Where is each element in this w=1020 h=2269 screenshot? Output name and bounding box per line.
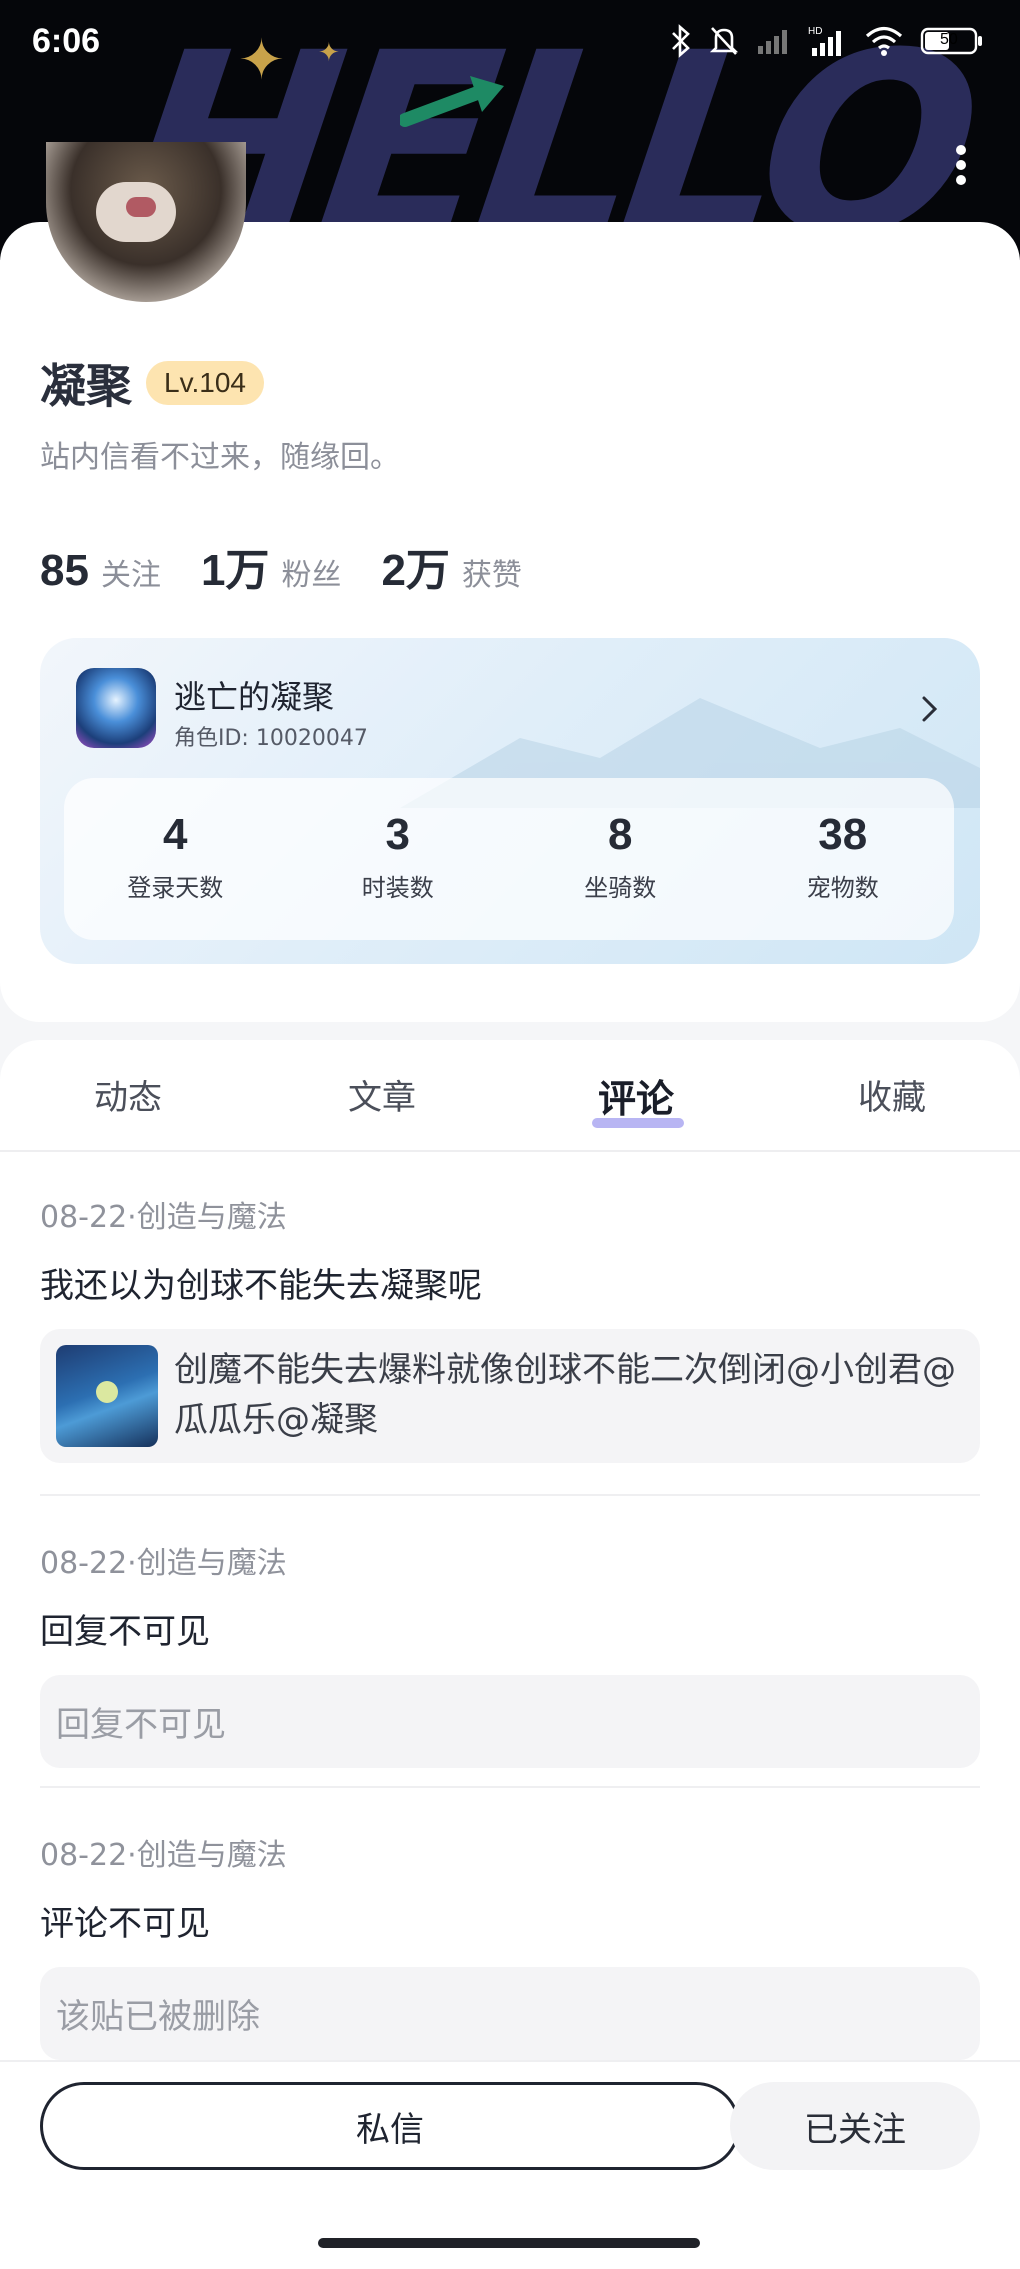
level-badge: Lv.104: [146, 361, 264, 405]
active-tab-indicator: [592, 1118, 684, 1128]
user-bio: 站内信看不过来，随缘回。: [40, 440, 400, 475]
tab-articles[interactable]: 文章: [348, 1070, 416, 1119]
comment-text: 评论不可见: [40, 1904, 210, 1944]
battery-level: 50: [940, 31, 958, 48]
sparkle-icon: ✦: [238, 28, 285, 93]
user-stats: 85 关注 1万 粉丝 2万 获赞: [40, 534, 550, 598]
game-stat-label: 登录天数: [127, 874, 224, 902]
game-role-card[interactable]: 逃亡的凝聚 角色ID: 10020047 4 登录天数 3 时装数 8 坐骑数 …: [40, 638, 980, 964]
more-options-icon[interactable]: [946, 140, 976, 190]
hd-signal-icon: HD: [808, 26, 841, 56]
quoted-post[interactable]: 创魔不能失去爆料就像创球不能二次倒闭@小创君@瓜瓜乐@凝聚: [40, 1329, 980, 1463]
comment-item[interactable]: 08-22·创造与魔法 我还以为创球不能失去凝聚呢 创魔不能失去爆料就像创球不能…: [40, 1192, 980, 1463]
game-role-name: 逃亡的凝聚: [174, 678, 335, 716]
tab-favorites[interactable]: 收藏: [858, 1070, 926, 1119]
user-name: 凝聚: [40, 360, 132, 412]
content-panel: 动态 文章 评论 收藏 08-22·创造与魔法 我还以为创球不能失去凝聚呢 创魔…: [0, 1040, 1020, 2170]
home-indicator[interactable]: [318, 2238, 700, 2248]
game-stat-value: 3: [385, 810, 410, 859]
game-stat-login-days: 4 登录天数: [64, 778, 287, 940]
comment-text: 回复不可见: [40, 1612, 210, 1652]
game-stat-label: 坐骑数: [584, 874, 657, 902]
quoted-post[interactable]: 该贴已被删除: [40, 1967, 980, 2060]
bottom-action-bar: 私信 已关注: [0, 2060, 1020, 2269]
svg-text:HD: HD: [808, 26, 822, 37]
status-time: 6:06: [32, 22, 101, 60]
game-stat-value: 8: [608, 810, 633, 859]
name-row: 凝聚 Lv.104: [40, 350, 264, 416]
quoted-post-thumbnail: [56, 1345, 158, 1447]
quoted-post-text: 创魔不能失去爆料就像创球不能二次倒闭@小创君@瓜瓜乐@凝聚: [174, 1350, 956, 1440]
profile-card: 凝聚 Lv.104 站内信看不过来，随缘回。 85 关注 1万 粉丝 2万 获赞…: [0, 142, 1020, 1022]
private-message-button[interactable]: 私信: [40, 2082, 740, 2170]
signal-icon: [758, 30, 787, 54]
comment-meta: 08-22·创造与魔法: [40, 1200, 287, 1235]
followed-button[interactable]: 已关注: [730, 2082, 980, 2170]
tab-posts[interactable]: 动态: [94, 1070, 162, 1119]
likes-count: 2万: [381, 546, 450, 595]
tab-bar: 动态 文章 评论 收藏: [0, 1040, 1020, 1152]
followers-label[interactable]: 粉丝: [281, 550, 341, 594]
game-avatar-icon: [76, 668, 156, 748]
banner-arrow-icon: [400, 76, 504, 127]
game-role-id: 角色ID: 10020047: [174, 726, 368, 751]
tab-comments[interactable]: 评论: [598, 1068, 674, 1123]
comment-meta: 08-22·创造与魔法: [40, 1546, 287, 1581]
game-stat-value: 38: [818, 810, 868, 859]
bluetooth-icon: [672, 24, 690, 58]
quoted-post[interactable]: 回复不可见: [40, 1675, 980, 1768]
likes-label: 获赞: [461, 558, 522, 593]
game-stat-value: 4: [163, 810, 188, 859]
comment-meta: 08-22·创造与魔法: [40, 1838, 287, 1873]
comment-item[interactable]: 08-22·创造与魔法 评论不可见 该贴已被删除: [40, 1830, 980, 2060]
comment-item[interactable]: 08-22·创造与魔法 回复不可见 回复不可见: [40, 1538, 980, 1768]
avatar[interactable]: [46, 142, 246, 302]
game-stat-label: 宠物数: [806, 874, 879, 902]
status-icons: HD 50: [670, 24, 984, 58]
quoted-post-text: 回复不可见: [56, 1705, 226, 1745]
avatar-mouth: [126, 197, 156, 217]
sparkle-small-icon: ✦: [318, 38, 340, 68]
wifi-icon: [865, 26, 903, 56]
divider: [40, 1786, 980, 1788]
quoted-post-text: 该贴已被删除: [56, 1997, 260, 2037]
followers-count[interactable]: 1万: [201, 534, 269, 598]
mute-icon: [709, 27, 739, 55]
chevron-right-icon[interactable]: [920, 694, 940, 724]
game-stat-label: 时装数: [361, 874, 434, 902]
divider: [40, 1494, 980, 1496]
following-count[interactable]: 85: [40, 546, 89, 596]
comment-text: 我还以为创球不能失去凝聚呢: [40, 1266, 482, 1306]
game-stat-outfits: 3 时装数: [287, 778, 510, 940]
game-stats-panel: 4 登录天数 3 时装数 8 坐骑数 38 宠物数: [64, 778, 954, 940]
game-stat-pets: 38 宠物数: [732, 778, 955, 940]
battery-icon: 50: [920, 26, 984, 56]
following-label[interactable]: 关注: [101, 550, 161, 594]
game-stat-mounts: 8 坐骑数: [509, 778, 732, 940]
